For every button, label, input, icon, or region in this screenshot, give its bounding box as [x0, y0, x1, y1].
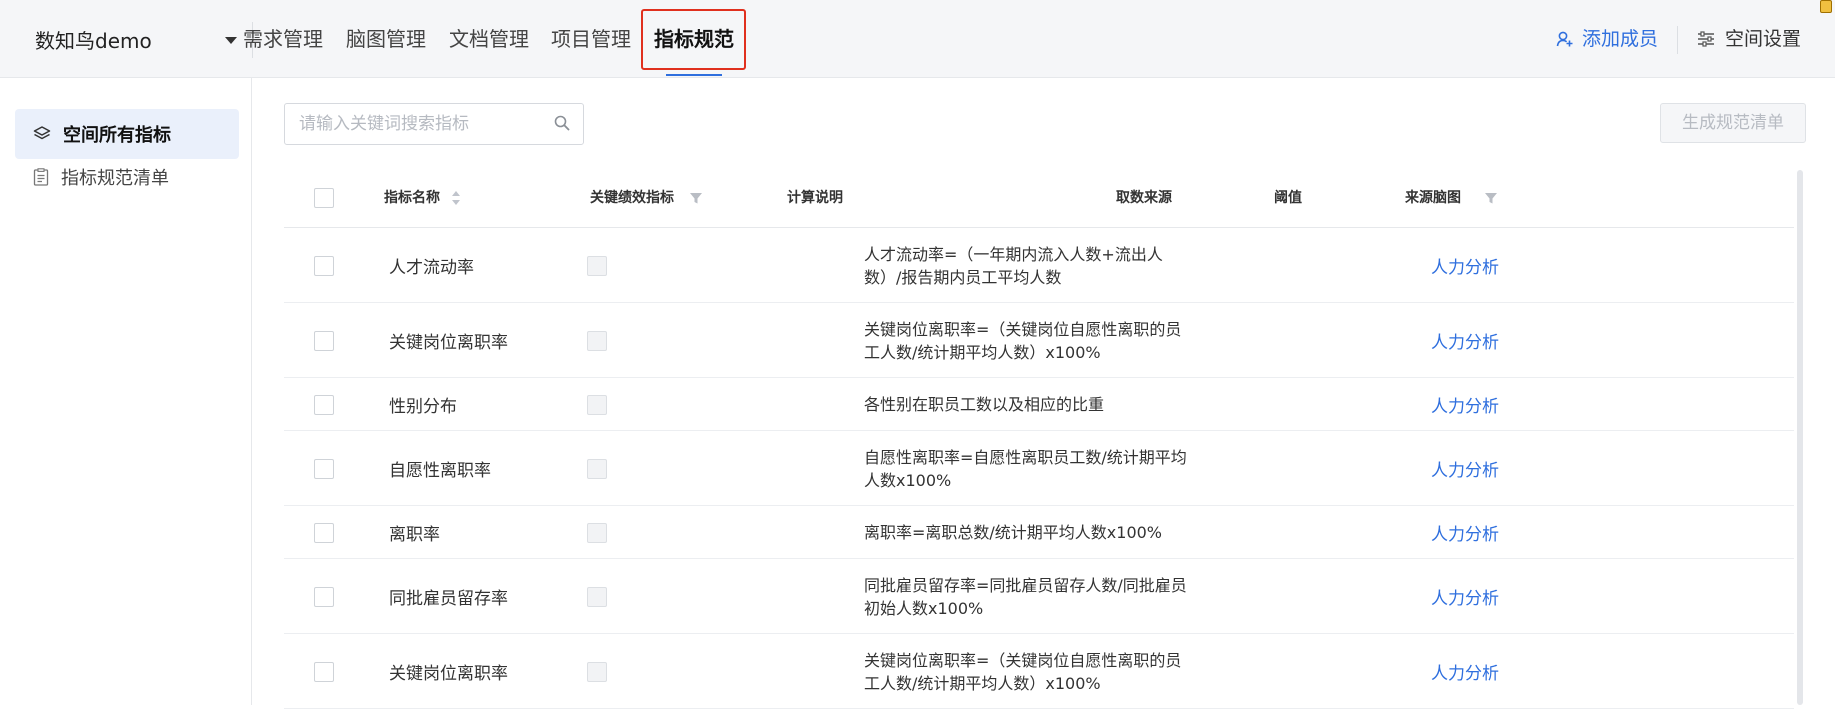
caret-down-icon — [225, 37, 237, 44]
nav-label: 需求管理 — [243, 27, 323, 51]
layers-icon — [33, 126, 51, 140]
table-row[interactable]: 关键岗位离职率 关键岗位离职率=（关键岗位自愿性离职的员工人数/统计期平均人数）… — [284, 634, 1794, 709]
column-header-threshold: 阈值 — [1274, 190, 1302, 206]
metric-name: 同批雇员留存率 — [389, 589, 508, 609]
kpi-checkbox — [587, 331, 607, 351]
nav-metric-standards[interactable]: 指标规范 — [641, 0, 746, 78]
column-header-source-mindmap: 来源脑图 — [1405, 168, 1498, 228]
search-input[interactable] — [285, 104, 545, 144]
row-checkbox[interactable] — [314, 331, 334, 351]
kpi-checkbox — [587, 587, 607, 607]
search-icon[interactable] — [554, 115, 570, 131]
source-mindmap-link[interactable]: 人力分析 — [1431, 456, 1499, 481]
row-checkbox[interactable] — [314, 459, 334, 479]
scrollbar[interactable] — [1797, 170, 1803, 705]
table-row[interactable]: 关键岗位离职率 关键岗位离职率=（关键岗位自愿性离职的员工人数/统计期平均人数）… — [284, 303, 1794, 378]
metric-name: 人才流动率 — [389, 258, 474, 278]
space-selector[interactable]: 数知鸟demo — [0, 0, 252, 78]
table-row[interactable]: 人才流动率 人才流动率=（一年期内流入人数+流出人数）/报告期内员工平均人数 人… — [284, 228, 1794, 303]
column-label: 指标名称 — [384, 190, 440, 206]
nav-projects[interactable]: 项目管理 — [551, 0, 631, 78]
nav-requirements[interactable]: 需求管理 — [243, 0, 323, 78]
column-header-name[interactable]: 指标名称 — [384, 168, 461, 228]
row-checkbox[interactable] — [314, 587, 334, 607]
kpi-checkbox — [587, 459, 607, 479]
top-bar: 数知鸟demo 需求管理 脑图管理 文档管理 项目管理 指标规范 添加成员 空间… — [0, 0, 1835, 78]
sidebar-item-label: 空间所有指标 — [63, 125, 171, 146]
add-member-label: 添加成员 — [1582, 28, 1659, 50]
space-settings-button[interactable]: 空间设置 — [1697, 0, 1801, 78]
active-tab-indicator — [666, 74, 722, 76]
metric-description: 各性别在职员工数以及相应的比重 — [864, 395, 1105, 414]
row-checkbox[interactable] — [314, 256, 334, 276]
metric-name: 关键岗位离职率 — [389, 664, 508, 684]
select-all-checkbox[interactable] — [314, 188, 334, 208]
space-settings-label: 空间设置 — [1725, 28, 1802, 50]
space-name: 数知鸟demo — [35, 28, 152, 53]
nav-label: 文档管理 — [449, 27, 529, 51]
metric-description: 离职率=离职总数/统计期平均人数x100% — [864, 523, 1163, 542]
column-header-data-source: 取数来源 — [1116, 190, 1172, 206]
metric-name: 自愿性离职率 — [389, 461, 491, 481]
table-row[interactable]: 性别分布 各性别在职员工数以及相应的比重 人力分析 — [284, 378, 1794, 431]
kpi-checkbox — [587, 662, 607, 682]
metric-description: 自愿性离职率=自愿性离职员工数/统计期平均人数x100% — [864, 448, 1187, 490]
sidebar-item-label: 指标规范清单 — [61, 168, 169, 189]
column-header-description: 计算说明 — [787, 190, 843, 206]
filter-icon[interactable] — [1484, 191, 1498, 205]
document-list-icon — [33, 168, 49, 186]
kpi-checkbox — [587, 256, 607, 276]
highlight-outline — [641, 9, 746, 70]
metric-description: 人才流动率=（一年期内流入人数+流出人数）/报告期内员工平均人数 — [864, 245, 1163, 287]
source-mindmap-link[interactable]: 人力分析 — [1431, 520, 1499, 545]
settings-sliders-icon — [1698, 31, 1714, 47]
sidebar: 空间所有指标 指标规范清单 — [0, 78, 252, 705]
generate-list-button[interactable]: 生成规范清单 — [1660, 103, 1806, 143]
sidebar-item-standards-list[interactable]: 指标规范清单 — [15, 152, 239, 202]
kpi-checkbox — [587, 395, 607, 415]
table-header: 指标名称 关键绩效指标 计算说明 取数来源 阈值 来源脑图 — [284, 168, 1794, 228]
table-row[interactable]: 自愿性离职率 自愿性离职率=自愿性离职员工数/统计期平均人数x100% 人力分析 — [284, 431, 1794, 506]
sort-icon[interactable] — [451, 190, 461, 206]
column-header-kpi: 关键绩效指标 — [590, 168, 703, 228]
nav-documents[interactable]: 文档管理 — [449, 0, 529, 78]
nav-label: 脑图管理 — [346, 27, 426, 51]
add-member-button[interactable]: 添加成员 — [1556, 0, 1658, 78]
extension-icon — [1820, 0, 1832, 13]
column-label: 关键绩效指标 — [590, 190, 674, 206]
main-content: 生成规范清单 指标名称 关键绩效指标 计算说明 取数来源 阈值 来源脑图 — [252, 78, 1835, 709]
add-user-icon — [1556, 31, 1573, 47]
row-checkbox[interactable] — [314, 523, 334, 543]
metric-description: 关键岗位离职率=（关键岗位自愿性离职的员工人数/统计期平均人数）x100% — [864, 320, 1182, 362]
metric-name: 离职率 — [389, 525, 440, 545]
column-label: 来源脑图 — [1405, 190, 1461, 206]
table-row[interactable]: 同批雇员留存率 同批雇员留存率=同批雇员留存人数/同批雇员初始人数x100% 人… — [284, 559, 1794, 634]
kpi-checkbox — [587, 523, 607, 543]
source-mindmap-link[interactable]: 人力分析 — [1431, 328, 1499, 353]
table-row[interactable]: 离职率 离职率=离职总数/统计期平均人数x100% 人力分析 — [284, 506, 1794, 559]
row-checkbox[interactable] — [314, 395, 334, 415]
source-mindmap-link[interactable]: 人力分析 — [1431, 253, 1499, 278]
source-mindmap-link[interactable]: 人力分析 — [1431, 392, 1499, 417]
nav-label: 项目管理 — [551, 27, 631, 51]
metric-description: 同批雇员留存率=同批雇员留存人数/同批雇员初始人数x100% — [864, 576, 1187, 618]
source-mindmap-link[interactable]: 人力分析 — [1431, 584, 1499, 609]
nav-mindmaps[interactable]: 脑图管理 — [346, 0, 426, 78]
search-box — [284, 103, 584, 145]
metric-description: 关键岗位离职率=（关键岗位自愿性离职的员工人数/统计期平均人数）x100% — [864, 651, 1182, 693]
source-mindmap-link[interactable]: 人力分析 — [1431, 659, 1499, 684]
filter-icon[interactable] — [689, 191, 703, 205]
metric-name: 关键岗位离职率 — [389, 333, 508, 353]
metric-name: 性别分布 — [389, 397, 457, 417]
divider — [1677, 26, 1678, 54]
row-checkbox[interactable] — [314, 662, 334, 682]
